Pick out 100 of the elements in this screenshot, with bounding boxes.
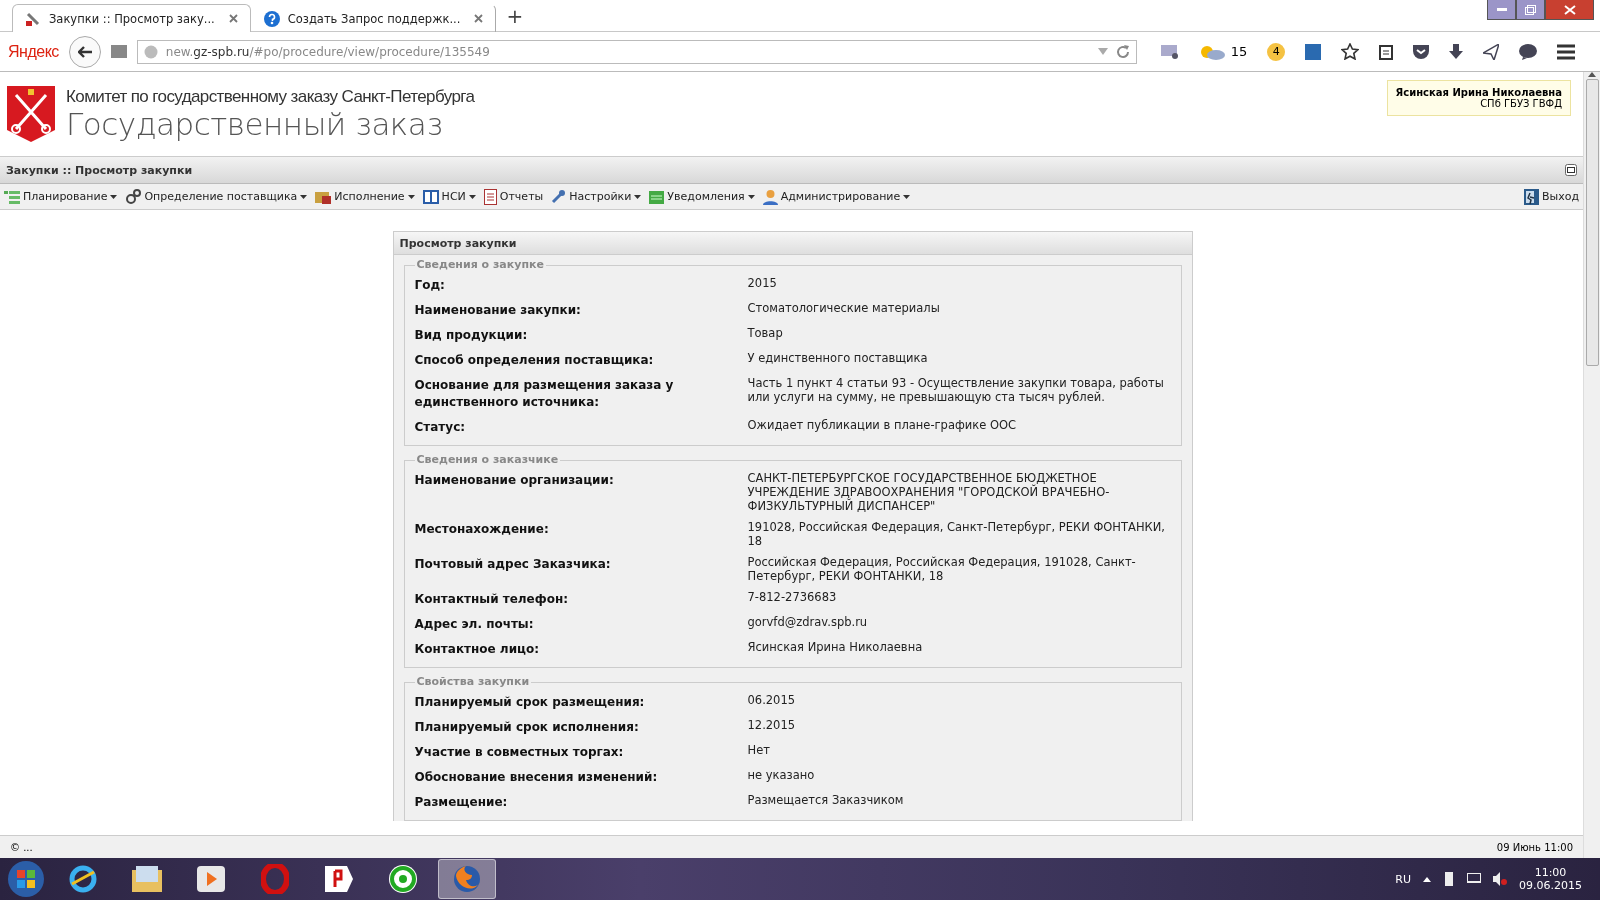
weather-widget[interactable]: 15 [1198, 43, 1248, 60]
field-value: Ясинская Ирина Николаевна [747, 639, 924, 654]
restore-button[interactable] [1516, 0, 1545, 20]
field-label: Планируемый срок исполнения: [414, 719, 640, 736]
field-label: Размещение: [414, 794, 509, 811]
muted-speaker-icon[interactable] [1493, 872, 1507, 886]
site-title: Государственный заказ [66, 107, 444, 141]
menu-item[interactable]: Отчеты [483, 188, 544, 205]
new-tab-button[interactable]: + [506, 5, 524, 27]
field-label: Участие в совместных торгах: [414, 744, 625, 761]
send-icon[interactable] [1483, 43, 1500, 60]
close-button[interactable] [1545, 0, 1594, 20]
panel-title: Просмотр закупки [393, 232, 1192, 255]
field-label: Наименование организации: [414, 472, 615, 489]
folder-icon [315, 189, 332, 204]
minimize-button[interactable] [1487, 0, 1516, 20]
exit-door-icon [1523, 188, 1539, 205]
language-indicator[interactable]: RU [1395, 872, 1411, 886]
field-label: Контактное лицо: [414, 641, 540, 658]
media-player-icon [197, 866, 225, 892]
field-label: Вид продукции: [414, 327, 529, 344]
section-title: Сведения о заказчике [414, 453, 561, 466]
field-label: Адрес эл. почты: [414, 616, 535, 633]
field-label: Способ определения поставщика: [414, 352, 655, 369]
address-bar[interactable]: new.gz-spb.ru/#po/procedure/view/procedure/135549 [136, 39, 1137, 64]
download-icon[interactable] [1449, 43, 1464, 60]
ie-icon [68, 864, 98, 894]
field-value: 2015 [747, 275, 778, 290]
menu-item[interactable]: Администрирование [762, 188, 911, 205]
field-label: Местонахождение: [414, 521, 550, 538]
exit-button[interactable]: Выход [1523, 188, 1579, 205]
yandex-browser-icon [323, 864, 355, 894]
network-icon[interactable] [1467, 873, 1481, 885]
close-icon[interactable] [474, 14, 484, 23]
help-icon [263, 10, 280, 27]
section-title: Свойства закупки [414, 675, 532, 688]
mail-agent-icon [388, 864, 418, 894]
field-value: Российская Федерация, Российская Федерация, 191028, Санкт-Петербург, РЕКИ ФОНТАНКИ, 18 [747, 554, 1137, 583]
tray-expand-icon[interactable] [1423, 876, 1431, 882]
user-name: Ясинская Ирина Николаевна [1395, 87, 1562, 98]
sun-cloud-icon [1198, 43, 1225, 60]
field-value: Часть 1 пункт 4 статьи 93 - Осуществление закупки товара, работы или услуги на сумму, не превышающую ста тысяч рублей. [747, 375, 1165, 404]
mail-icon[interactable] [1160, 44, 1179, 59]
menu-item[interactable]: Уведомления [649, 189, 755, 204]
scrollbar[interactable] [1583, 72, 1600, 858]
menu-item[interactable]: Определение поставщика [125, 188, 308, 205]
folder-icon [132, 866, 162, 892]
close-icon [1563, 4, 1576, 15]
user-organization: СПб ГБУЗ ГВФД [1480, 98, 1562, 109]
field-value: Стоматологические материалы [747, 300, 941, 315]
tree-list-icon [4, 189, 20, 204]
opera-icon [261, 864, 289, 894]
minimize-icon [1496, 7, 1507, 12]
menu-item[interactable]: Настройки [551, 189, 642, 204]
committee-name: Комитет по государственному заказу Санкт-Петербурга [66, 87, 476, 107]
field-label: Почтовый адрес Заказчика: [414, 556, 612, 573]
yandex-logo[interactable]: Яндекс [8, 42, 59, 61]
field-label: Планируемый срок размещения: [414, 694, 646, 711]
hammer-icon [25, 10, 41, 27]
pocket-icon[interactable] [1413, 44, 1430, 59]
restore-icon [1525, 4, 1536, 15]
firefox-icon [452, 864, 482, 894]
system-clock[interactable]: 11:00 09.06.2015 [1519, 866, 1582, 892]
reading-list-icon[interactable] [1379, 43, 1394, 60]
document-icon [483, 188, 497, 205]
field-value: Ожидает публикации в плане-графике ООС [747, 417, 1018, 432]
field-label: Обоснование внесения изменений: [414, 769, 659, 786]
section-title: Сведения о закупке [414, 258, 546, 271]
field-label: Контактный телефон: [414, 591, 569, 608]
star-icon[interactable] [1341, 43, 1360, 60]
field-label: Основание для размещения заказа у единственного источника: [414, 377, 675, 411]
status-text: © ... [10, 841, 33, 853]
status-date: 09 Июнь 11:00 [1496, 841, 1573, 853]
password-icon[interactable] [1305, 43, 1322, 60]
field-value: Товар [747, 325, 784, 340]
menu-item[interactable]: Планирование [4, 189, 118, 204]
field-value: gorvfd@zdrav.spb.ru [747, 614, 869, 629]
field-value: 06.2015 [747, 692, 797, 707]
field-value: 191028, Российская Федерация, Санкт-Петербург, РЕКИ ФОНТАНКИ, 18 [747, 519, 1166, 548]
device-icon[interactable] [1443, 872, 1455, 886]
notepad-icon [649, 189, 665, 204]
wrench-icon [551, 189, 567, 204]
grid-icon[interactable] [110, 45, 127, 58]
menu-icon[interactable] [1557, 43, 1576, 60]
reload-icon[interactable] [1115, 44, 1130, 59]
menu-item[interactable]: Исполнение [315, 189, 415, 204]
coat-of-arms-logo [6, 85, 56, 143]
chat-icon[interactable] [1519, 43, 1538, 60]
close-icon[interactable] [228, 14, 238, 23]
collapse-icon[interactable] [1565, 164, 1577, 176]
field-value: Размещается Заказчиком [747, 792, 905, 807]
field-value: У единственного поставщика [747, 350, 929, 365]
notification-badge[interactable]: 4 [1267, 42, 1286, 61]
globe-icon [143, 44, 158, 59]
back-button[interactable] [68, 35, 101, 68]
field-label: Статус: [414, 419, 467, 436]
menu-item[interactable]: НСИ [422, 189, 476, 204]
field-value: 7-812-2736683 [747, 589, 838, 604]
browser-tab[interactable]: Закупки :: Просмотр заку... [12, 4, 251, 32]
field-label: Наименование закупки: [414, 302, 582, 319]
